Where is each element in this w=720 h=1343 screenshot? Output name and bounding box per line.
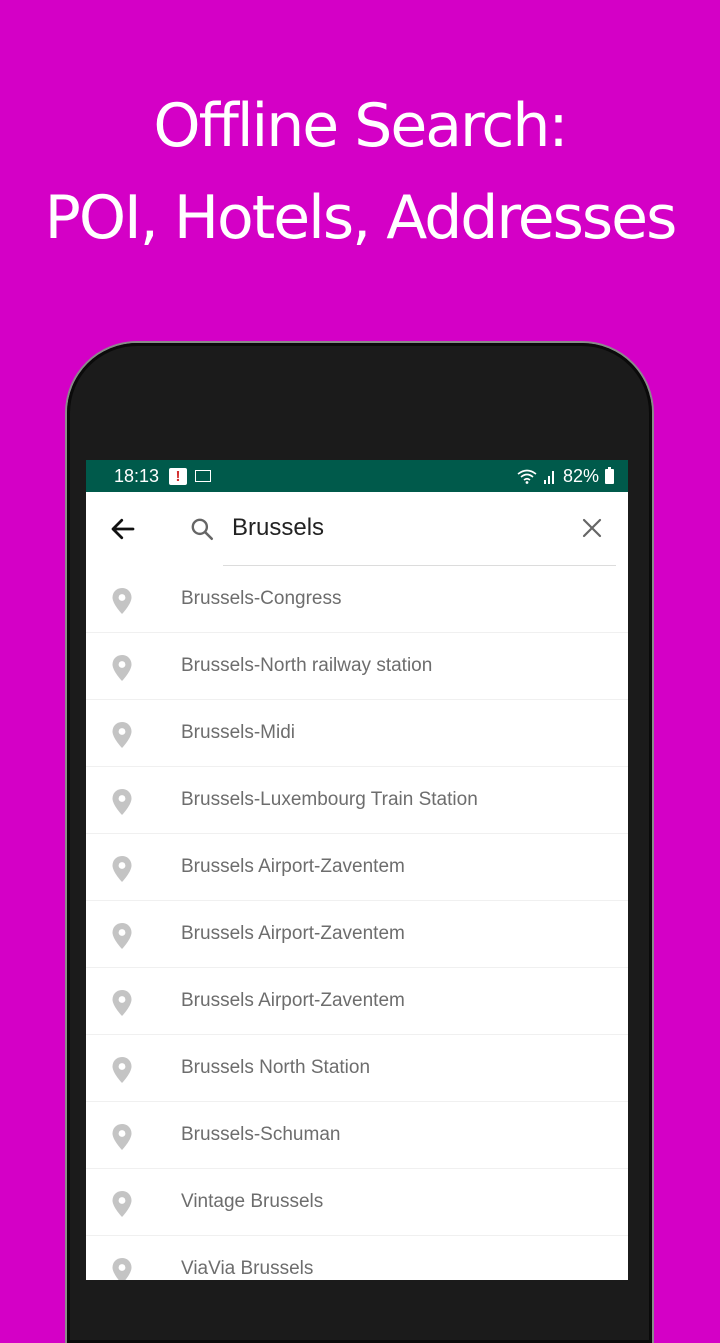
headline-line-1: Offline Search: <box>153 91 568 161</box>
search-input[interactable] <box>232 508 552 548</box>
search-result-item[interactable]: Brussels Airport-Zaventem <box>86 834 628 901</box>
search-result-item[interactable]: Vintage Brussels <box>86 1169 628 1236</box>
search-result-label: Brussels-Schuman <box>181 1124 341 1145</box>
map-pin-icon <box>112 789 132 815</box>
search-result-label: ViaVia Brussels <box>181 1258 314 1279</box>
map-pin-icon <box>112 1258 132 1280</box>
search-result-item[interactable]: ViaVia Brussels <box>86 1236 628 1280</box>
battery-percent: 82% <box>562 465 599 486</box>
map-pin-icon <box>112 856 132 882</box>
wifi-icon <box>517 469 537 484</box>
search-result-item[interactable]: Brussels North Station <box>86 1035 628 1102</box>
map-pin-icon <box>112 990 132 1016</box>
search-result-item[interactable]: Brussels-Midi <box>86 700 628 767</box>
map-pin-icon <box>112 588 132 614</box>
search-result-label: Brussels Airport-Zaventem <box>181 923 405 944</box>
search-result-label: Brussels-Congress <box>181 588 342 609</box>
search-result-item[interactable]: Brussels-Schuman <box>86 1102 628 1169</box>
battery-charging-icon <box>605 466 614 484</box>
app-notification-icon: ! <box>169 467 188 485</box>
search-result-item[interactable]: Brussels Airport-Zaventem <box>86 968 628 1035</box>
map-pin-icon <box>112 1124 132 1150</box>
map-pin-icon <box>112 923 132 949</box>
search-result-label: Brussels-Luxembourg Train Station <box>181 789 478 810</box>
map-pin-icon <box>112 1057 132 1083</box>
search-result-item[interactable]: Brussels-Luxembourg Train Station <box>86 767 628 834</box>
search-result-item[interactable]: Brussels-Congress <box>86 566 628 633</box>
search-result-label: Vintage Brussels <box>181 1191 324 1212</box>
search-result-label: Brussels-North railway station <box>181 655 433 676</box>
search-result-label: Brussels-Midi <box>181 722 296 743</box>
close-icon[interactable] <box>580 516 604 540</box>
headline-line-2: POI, Hotels, Addresses <box>44 183 678 253</box>
map-pin-icon <box>112 722 132 748</box>
search-results-list: Brussels-Congress Brussels-North railway … <box>86 566 628 1280</box>
back-arrow-icon[interactable] <box>108 514 138 544</box>
search-result-label: Brussels North Station <box>181 1057 371 1078</box>
phone-screen: 18:13 ! 82% Brussels Brussels-Congress B… <box>86 460 628 1280</box>
map-pin-icon <box>112 655 132 681</box>
promo-headline: Offline Search: POI, Hotels, Addresses <box>0 80 720 264</box>
status-time: 18:13 <box>114 465 160 486</box>
search-result-label: Brussels Airport-Zaventem <box>181 990 405 1011</box>
map-pin-icon <box>112 1191 132 1217</box>
search-icon <box>191 518 214 541</box>
search-result-item[interactable]: Brussels-North railway station <box>86 633 628 700</box>
search-bar <box>86 492 628 566</box>
status-bar: 18:13 ! 82% <box>86 460 628 492</box>
gmail-icon <box>195 470 212 482</box>
signal-icon <box>543 470 554 484</box>
search-result-label: Brussels Airport-Zaventem <box>181 856 405 877</box>
search-result-item[interactable]: Brussels Airport-Zaventem <box>86 901 628 968</box>
